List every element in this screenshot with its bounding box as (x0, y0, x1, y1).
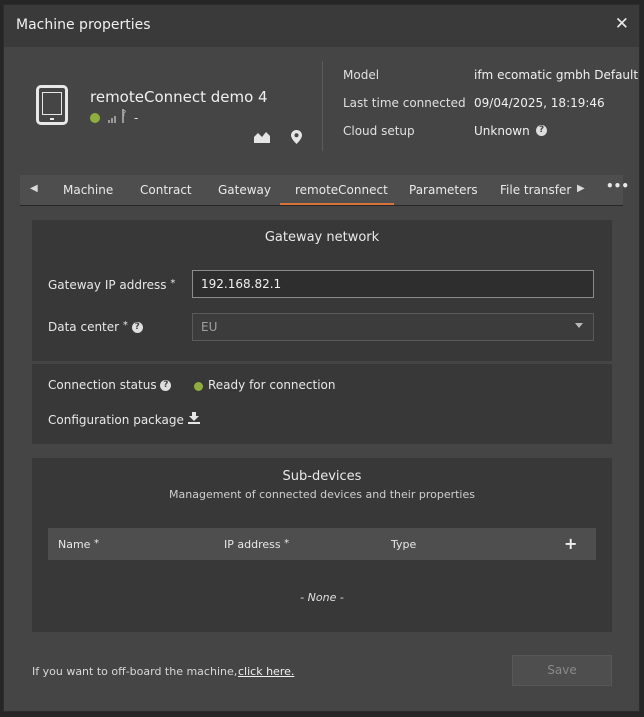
tab-scroll-right-icon[interactable]: ▶ (577, 183, 585, 194)
data-center-select[interactable]: EU (192, 313, 594, 341)
connection-status-help-icon[interactable]: ? (160, 380, 172, 391)
offboard-link[interactable]: click here. (238, 665, 294, 678)
save-button[interactable]: Save (512, 655, 612, 686)
signal-value: - (134, 111, 139, 125)
tab-scroll-left-icon[interactable]: ◀ (30, 183, 38, 194)
dialog-title: Machine properties (16, 17, 151, 33)
active-tab-indicator (280, 203, 394, 205)
online-status-dot (90, 113, 100, 123)
chart-icon[interactable] (254, 131, 270, 143)
tab-machine[interactable]: Machine (63, 183, 113, 197)
empty-table-text: - None - (300, 591, 344, 604)
machine-name: remoteConnect demo 4 (90, 88, 268, 106)
column-ip-address[interactable]: IP address * (224, 538, 289, 551)
tab-file-transfer[interactable]: File transfer (500, 183, 571, 197)
model-label: Model (343, 68, 380, 82)
chevron-down-icon (575, 323, 583, 328)
gateway-ip-label: Gateway IP address * (48, 278, 176, 292)
connection-status-label: Connection status ? (48, 378, 172, 392)
tablet-icon (36, 85, 68, 125)
last-connected-value: 09/04/2025, 18:19:46 (474, 96, 605, 110)
offboard-text: If you want to off-board the machine, (32, 665, 238, 678)
download-icon[interactable] (188, 412, 200, 424)
tab-parameters[interactable]: Parameters (409, 183, 478, 197)
header-divider (322, 61, 323, 151)
sub-devices-table-header: Name * IP address * Type + (48, 528, 596, 560)
tab-remoteconnect[interactable]: remoteConnect (295, 183, 388, 197)
cloud-setup-value: Unknown (474, 124, 530, 138)
cloud-setup-label: Cloud setup (343, 124, 415, 138)
cloud-setup-help-icon[interactable]: ? (536, 125, 547, 136)
close-icon[interactable]: ✕ (615, 14, 629, 34)
column-type[interactable]: Type (391, 538, 416, 551)
data-center-label: Data center * ? (48, 320, 143, 334)
add-sub-device-icon[interactable]: + (564, 534, 577, 553)
connection-status-value: Ready for connection (208, 378, 336, 392)
model-value: ifm ecomatic gmbh Default (474, 68, 639, 82)
configuration-package-label: Configuration package (48, 413, 184, 427)
gateway-network-panel: Gateway network Gateway IP address * 192… (32, 220, 612, 361)
location-pin-icon[interactable] (291, 130, 302, 144)
column-name[interactable]: Name * (58, 538, 99, 551)
sub-devices-panel: Sub-devices Management of connected devi… (32, 458, 612, 632)
gateway-ip-input[interactable]: 192.168.82.1 (192, 270, 594, 298)
data-center-help-icon[interactable]: ? (131, 322, 143, 333)
last-connected-label: Last time connected (343, 96, 466, 110)
tab-gateway[interactable]: Gateway (218, 183, 271, 197)
more-tabs-icon[interactable]: ••• (606, 179, 629, 193)
connection-panel: Connection status ? Ready for connection… (32, 364, 612, 444)
machine-properties-dialog: Machine properties ✕ remoteConnect demo … (3, 4, 640, 712)
sub-devices-description: Management of connected devices and thei… (169, 488, 475, 501)
connection-status-dot (194, 382, 203, 391)
tab-bar: ◀ Machine Contract Gateway remoteConnect… (20, 175, 629, 206)
signal-icon: ? (108, 109, 126, 123)
tab-contract[interactable]: Contract (140, 183, 192, 197)
gateway-network-title: Gateway network (264, 230, 380, 245)
sub-devices-title: Sub-devices (282, 469, 362, 484)
dialog-titlebar: Machine properties ✕ (4, 5, 639, 47)
